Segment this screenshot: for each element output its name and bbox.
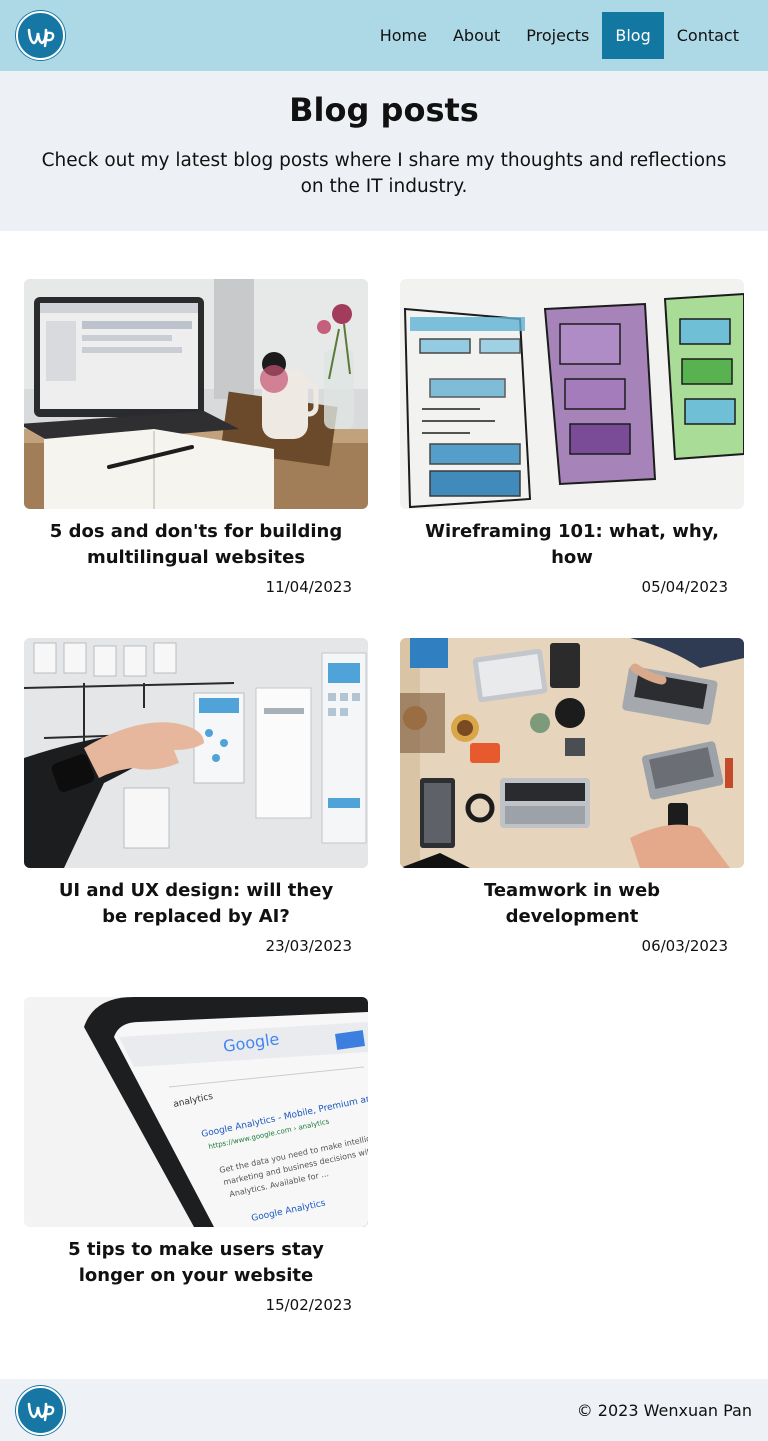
post-thumbnail-phone-search[interactable]: Google analytics Google Analytics - Mobi…	[24, 997, 368, 1227]
post-title[interactable]: Teamwork in web development	[400, 878, 744, 930]
post-thumbnail-laptop-desk[interactable]	[24, 279, 368, 509]
post-title[interactable]: UI and UX design: will they be replaced …	[24, 878, 368, 930]
main-nav: Home About Projects Blog Contact	[367, 12, 752, 59]
post-card[interactable]: UI and UX design: will they be replaced …	[24, 638, 368, 956]
post-date: 06/03/2023	[641, 937, 728, 955]
nav-home[interactable]: Home	[367, 12, 440, 59]
post-title[interactable]: 5 tips to make users stay longer on your…	[24, 1237, 368, 1289]
post-card[interactable]: Google analytics Google Analytics - Mobi…	[24, 997, 368, 1315]
nav-projects[interactable]: Projects	[513, 12, 602, 59]
post-date: 23/03/2023	[265, 937, 352, 955]
nav-about[interactable]: About	[440, 12, 513, 59]
nav-blog[interactable]: Blog	[602, 12, 664, 59]
post-date: 11/04/2023	[265, 578, 352, 596]
site-footer: © 2023 Wenxuan Pan	[0, 1379, 768, 1441]
post-title[interactable]: 5 dos and don'ts for building multilingu…	[24, 519, 368, 571]
post-card[interactable]: 5 dos and don'ts for building multilingu…	[24, 279, 368, 597]
post-title[interactable]: Wireframing 101: what, why, how	[400, 519, 744, 571]
posts-grid: 5 dos and don'ts for building multilingu…	[0, 231, 768, 1379]
post-thumbnail-team-desk[interactable]	[400, 638, 744, 868]
page-subtitle: Check out my latest blog posts where I s…	[41, 150, 727, 197]
site-header: Home About Projects Blog Contact	[0, 0, 768, 71]
footer-logo-icon[interactable]	[16, 1385, 65, 1435]
logo-icon[interactable]	[16, 11, 65, 60]
post-thumbnail-wireframe-sketch[interactable]	[400, 279, 744, 509]
post-date: 15/02/2023	[265, 1296, 352, 1314]
post-thumbnail-ux-wall[interactable]	[24, 638, 368, 868]
post-card[interactable]: Teamwork in web development 06/03/2023	[400, 638, 744, 956]
copyright-text: © 2023 Wenxuan Pan	[576, 1400, 752, 1420]
nav-contact[interactable]: Contact	[664, 12, 752, 59]
post-card[interactable]: Wireframing 101: what, why, how 05/04/20…	[400, 279, 744, 597]
page-title: Blog posts	[289, 91, 479, 129]
hero-section: Blog posts Check out my latest blog post…	[0, 71, 768, 231]
post-date: 05/04/2023	[641, 578, 728, 596]
